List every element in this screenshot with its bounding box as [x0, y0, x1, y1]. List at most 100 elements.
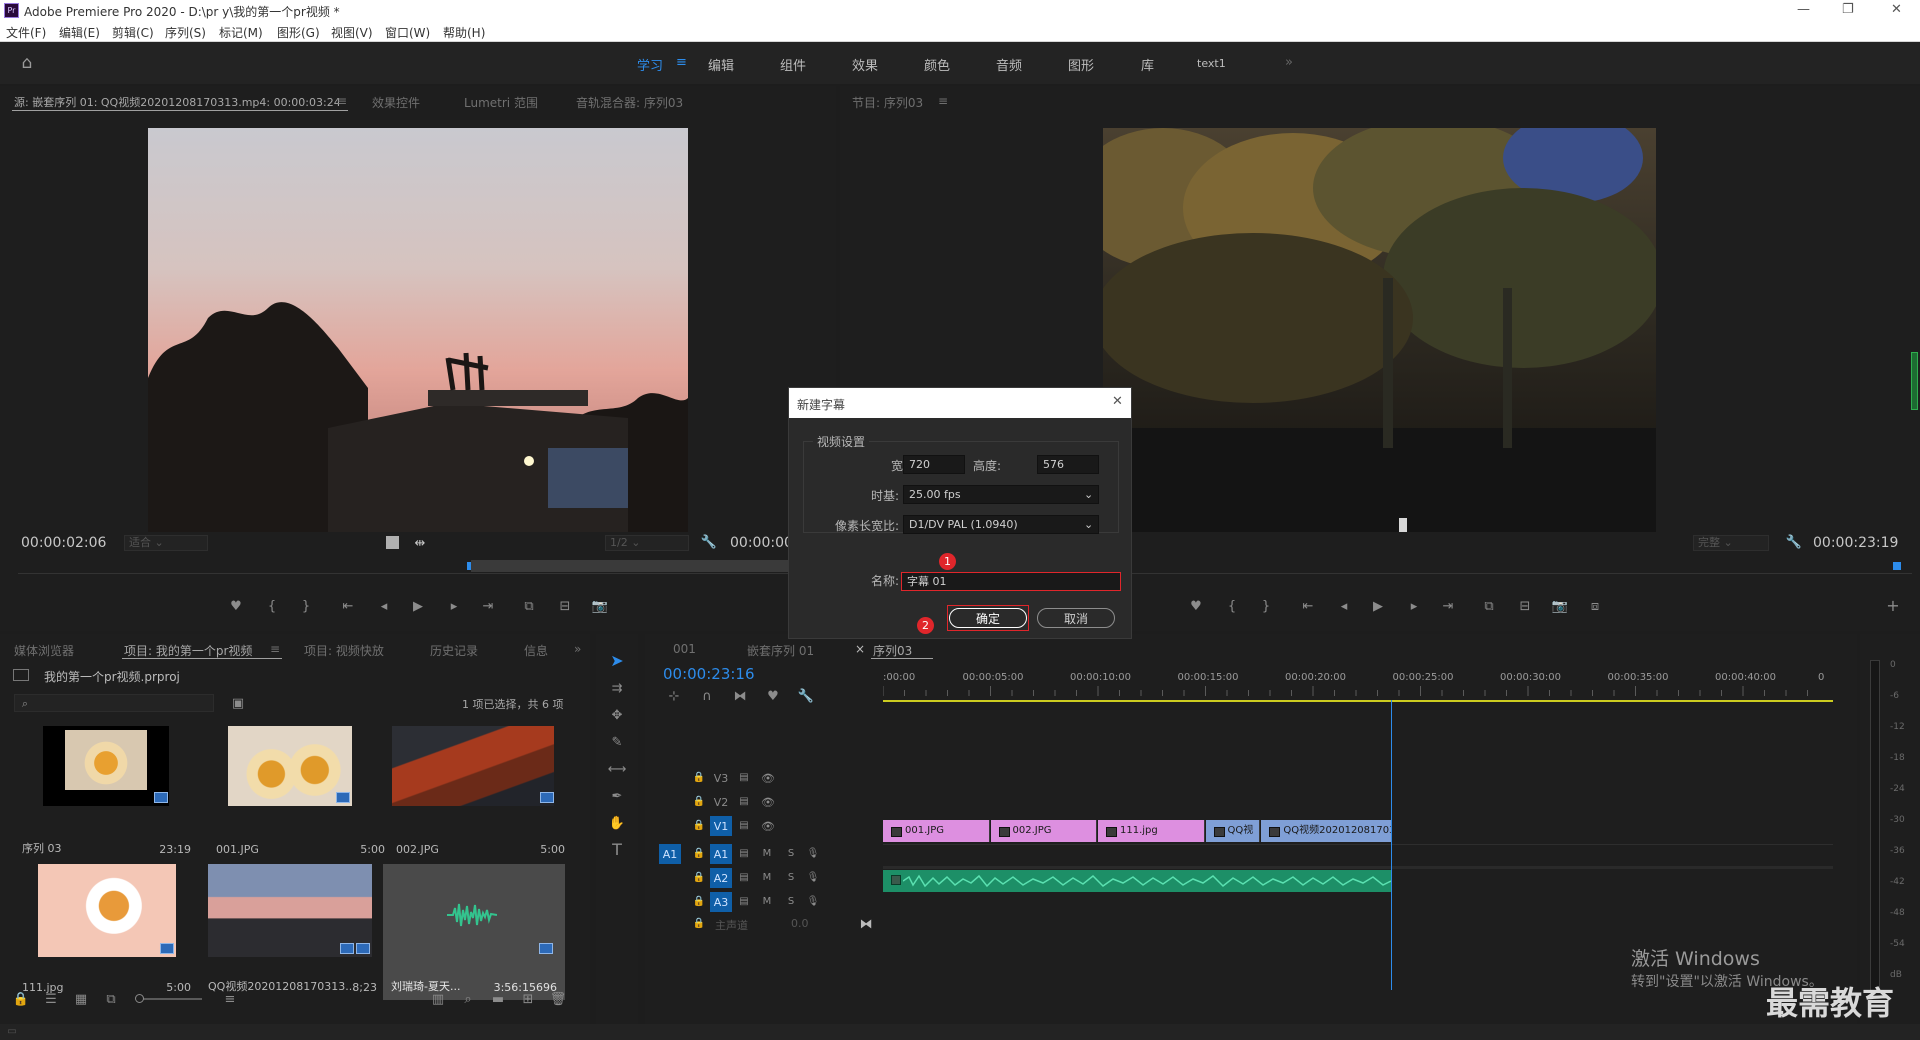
solo-toggle[interactable]: S — [785, 848, 797, 860]
project-item-audio-selected[interactable]: 刘瑞琦-夏天... 3:56:15696 — [383, 864, 565, 1000]
program-play-icon[interactable]: ▶ — [1370, 598, 1386, 614]
eye-icon[interactable]: 👁 — [761, 796, 775, 808]
project-search-input[interactable]: ⌕ — [14, 694, 214, 712]
workspace-tab-text1[interactable]: text1 — [1197, 57, 1226, 70]
track-select-tool-icon[interactable]: ⇉ — [608, 679, 626, 697]
program-go-to-out-icon[interactable]: ⇥ — [1440, 598, 1456, 614]
eye-icon[interactable]: 👁 — [761, 820, 775, 832]
program-quality-select[interactable]: 完整 ⌄ — [1693, 535, 1769, 551]
tab-timeline-close-icon[interactable]: × — [855, 642, 865, 656]
track-sync-icon[interactable]: ▤ — [737, 820, 751, 832]
menu-file[interactable]: 文件(F) — [6, 24, 46, 41]
trash-icon[interactable]: 🗑 — [550, 992, 567, 1006]
menu-marker[interactable]: 标记(M) — [219, 24, 263, 41]
height-field[interactable]: 576 — [1037, 455, 1099, 474]
tab-program[interactable]: 节目: 序列03 — [852, 94, 923, 111]
selection-tool-icon[interactable]: ➤ — [608, 652, 626, 670]
project-item-001-jpg[interactable]: 001.JPG 5:00 — [208, 726, 393, 862]
track-lock-icon[interactable]: 🔒 — [693, 796, 705, 808]
menu-sequence[interactable]: 序列(S) — [165, 24, 206, 41]
project-item-002-jpg[interactable]: 002.JPG 5:00 — [388, 726, 573, 862]
track-lock-icon[interactable]: 🔒 — [693, 872, 705, 884]
razor-tool-icon[interactable]: ✎ — [608, 733, 626, 751]
workspace-overflow-icon[interactable]: » — [1285, 55, 1293, 70]
project-item-sequence-03[interactable]: 序列 03 23:19 — [14, 726, 199, 862]
master-track-value[interactable]: 0.0 — [791, 917, 809, 930]
find-icon[interactable]: ⌕ — [460, 992, 476, 1006]
workspace-menu-icon[interactable]: ≡ — [676, 55, 687, 70]
track-sync-icon[interactable]: ▤ — [737, 772, 751, 784]
track-lock-icon[interactable]: 🔒 — [693, 820, 705, 832]
new-bin-icon[interactable]: ▬ — [490, 992, 506, 1006]
timeline-marker-icon[interactable]: ♥ — [766, 689, 780, 703]
workspace-tab-assembly[interactable]: 组件 — [780, 55, 806, 74]
workspace-tab-graphics[interactable]: 图形 — [1068, 55, 1094, 74]
tab-overflow-icon[interactable]: » — [574, 642, 581, 656]
automate-sequence-icon[interactable]: ▥ — [430, 992, 446, 1006]
slip-tool-icon[interactable]: ⟷ — [608, 760, 627, 778]
tab-effect-controls[interactable]: 效果控件 — [372, 94, 420, 111]
track-name-v1[interactable]: V1 — [710, 816, 732, 836]
mute-toggle[interactable]: M — [761, 896, 773, 908]
menu-edit[interactable]: 编辑(E) — [59, 24, 100, 41]
source-ratio-select[interactable]: 1/2 ⌄ — [605, 535, 689, 551]
track-lock-icon[interactable]: 🔒 — [693, 918, 705, 930]
tab-history[interactable]: 历史记录 — [430, 642, 478, 659]
hand-tool-icon[interactable]: ✋ — [608, 814, 626, 832]
track-lock-icon[interactable]: 🔒 — [693, 772, 705, 784]
freeform-view-icon[interactable]: ⧉ — [103, 992, 119, 1006]
mic-icon[interactable]: 🎙 — [807, 872, 820, 884]
workspace-tab-learn[interactable]: 学习 — [637, 55, 663, 74]
tab-project-fast[interactable]: 项目: 视频快放 — [304, 642, 384, 659]
track-lock-icon[interactable]: 🔒 — [693, 896, 705, 908]
video-clip-v1[interactable]: 001.JPG — [883, 820, 990, 842]
track-sync-icon[interactable]: ▤ — [737, 796, 751, 808]
tab-timeline-001[interactable]: 001 — [673, 642, 696, 656]
eye-icon[interactable]: 👁 — [761, 772, 775, 784]
menu-help[interactable]: 帮助(H) — [443, 24, 485, 41]
go-to-out-icon[interactable]: ⇥ — [480, 598, 496, 614]
source-patch-a1[interactable]: A1 — [659, 844, 681, 864]
solo-toggle[interactable]: S — [785, 896, 797, 908]
track-sync-icon[interactable]: ▤ — [737, 848, 751, 860]
project-item-111-jpg[interactable]: 111.jpg 5:00 — [14, 864, 199, 1000]
new-search-bin-icon[interactable]: ▣ — [230, 696, 246, 710]
program-mark-out-icon[interactable]: } — [1258, 598, 1274, 614]
menu-window[interactable]: 窗口(W) — [385, 24, 430, 41]
source-zoom-bar[interactable] — [471, 560, 836, 572]
lock-icon[interactable]: 🔒 — [13, 992, 29, 1006]
pixel-aspect-select[interactable]: D1/DV PAL (1.0940) ⌄ — [903, 515, 1099, 534]
tab-timeline-nested[interactable]: 嵌套序列 01 — [747, 642, 814, 659]
program-step-forward-icon[interactable]: ▸ — [1406, 598, 1422, 614]
minimize-icon[interactable]: — — [1797, 2, 1810, 17]
track-sync-icon[interactable]: ▤ — [737, 896, 751, 908]
snap-icon[interactable]: ∩ — [700, 689, 714, 703]
track-name-a3[interactable]: A3 — [710, 892, 732, 912]
icon-view-icon[interactable]: ▦ — [73, 992, 89, 1006]
insert-icon[interactable]: ⧉ — [520, 598, 538, 614]
menu-view[interactable]: 视图(V) — [331, 24, 373, 41]
sort-icon[interactable]: ≡ — [222, 992, 238, 1006]
track-name-v2[interactable]: V2 — [710, 792, 732, 812]
button-editor-icon[interactable]: + — [1885, 598, 1901, 614]
video-clip-v1[interactable]: QQ视频20201208170313 — [1261, 820, 1392, 842]
program-wrench-icon[interactable]: 🔧 — [1786, 535, 1802, 549]
program-go-to-in-icon[interactable]: ⇤ — [1300, 598, 1316, 614]
tab-project-main-menu-icon[interactable]: ≡ — [270, 642, 280, 656]
program-step-back-icon[interactable]: ◂ — [1336, 598, 1352, 614]
ok-button[interactable]: 确定 — [949, 608, 1027, 628]
mute-toggle[interactable]: M — [761, 872, 773, 884]
lift-icon[interactable]: ⧉ — [1480, 598, 1498, 614]
timeline-settings-icon[interactable]: 🔧 — [798, 689, 814, 703]
nest-toggle-icon[interactable]: ⊹ — [667, 689, 681, 703]
source-fit-select[interactable]: 适合 ⌄ — [124, 535, 208, 551]
tab-source[interactable]: 源: 嵌套序列 01: QQ视频20201208170313.mp4: 00:0… — [14, 94, 341, 110]
tab-audio-track-mixer[interactable]: 音轨混合器: 序列03 — [576, 94, 683, 111]
zoom-slider-handle[interactable] — [135, 994, 144, 1003]
workspace-tab-edit[interactable]: 编辑 — [708, 55, 734, 74]
go-to-end-icon[interactable]: ⧓ — [859, 917, 873, 931]
tab-info[interactable]: 信息 — [524, 642, 548, 659]
video-clip-v1[interactable]: QQ视 — [1205, 820, 1261, 842]
list-view-icon[interactable]: ☰ — [43, 992, 59, 1006]
source-camera-icon[interactable]: 📷 — [592, 598, 608, 614]
